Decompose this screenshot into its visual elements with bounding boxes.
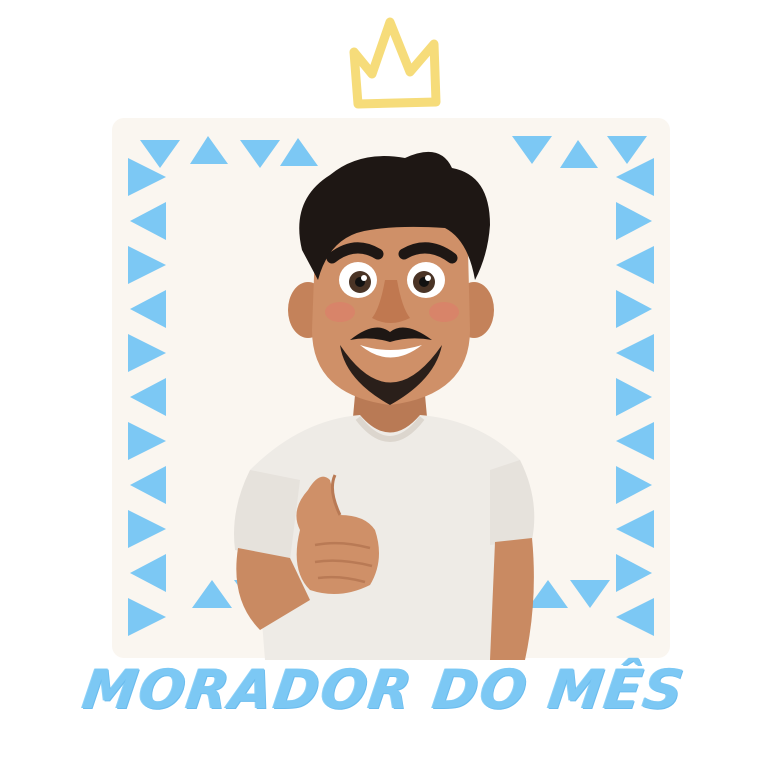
crown-icon <box>349 17 441 109</box>
border-triangle <box>616 466 652 504</box>
border-triangle <box>130 554 166 592</box>
border-triangle <box>128 246 166 284</box>
border-triangle <box>130 466 166 504</box>
border-triangle <box>616 554 652 592</box>
character-illustration <box>234 151 535 660</box>
border-triangle <box>616 202 652 240</box>
border-triangle <box>130 290 166 328</box>
border-triangle <box>616 598 654 636</box>
border-triangle <box>616 158 654 196</box>
border-triangle <box>616 290 652 328</box>
border-triangle <box>128 422 166 460</box>
border-triangle <box>128 598 166 636</box>
badge-canvas: MORADOR DO MÊS <box>0 0 768 768</box>
border-triangle <box>130 202 166 240</box>
title-text: MORADOR DO MÊS <box>79 658 690 721</box>
border-triangle <box>607 136 647 164</box>
border-triangle <box>616 510 654 548</box>
border-triangle <box>140 140 180 168</box>
border-triangle <box>128 510 166 548</box>
border-triangle <box>616 422 654 460</box>
border-triangle <box>616 378 652 416</box>
border-triangle <box>616 246 654 284</box>
border-triangle <box>130 378 166 416</box>
border-triangle <box>616 334 654 372</box>
border-triangle <box>128 334 166 372</box>
